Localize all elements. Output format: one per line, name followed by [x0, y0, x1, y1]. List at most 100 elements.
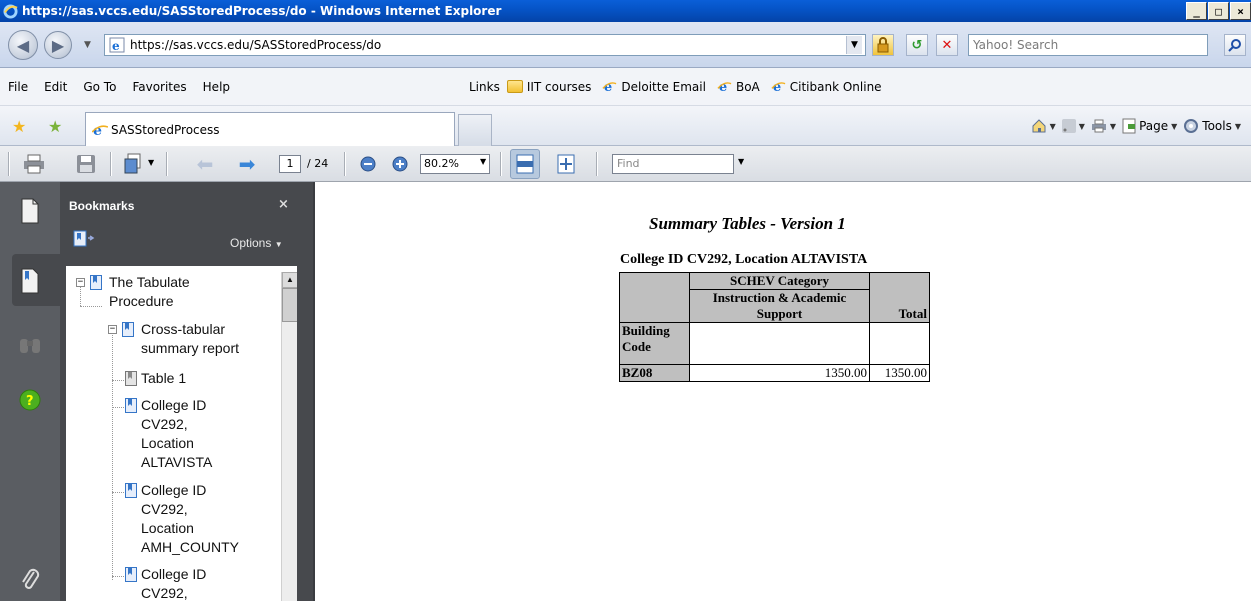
close-icon[interactable]: ×: [278, 197, 289, 212]
bookmarks-title: Bookmarks: [69, 199, 135, 213]
bookmarks-panel: Bookmarks × Options ▼ − The Tabulate Pro…: [60, 182, 313, 601]
bookmark-label: The Tabulate: [109, 274, 190, 290]
search-icon: [1228, 39, 1241, 52]
scrollbar-thumb[interactable]: [282, 288, 297, 322]
left-arrow-icon: ⬅: [196, 152, 214, 176]
history-dropdown-icon[interactable]: ▼: [84, 40, 91, 50]
zoom-out-button[interactable]: [356, 152, 380, 176]
bookmark-amh-county[interactable]: College ID CV292, Location AMH_COUNTY: [141, 481, 239, 557]
page-menu-button[interactable]: Page ▼: [1122, 118, 1177, 134]
maximize-button[interactable]: □: [1208, 2, 1229, 20]
collapse-toggle[interactable]: −: [108, 325, 117, 334]
chevron-down-icon[interactable]: ▼: [148, 158, 154, 167]
window-title-bar: https://sas.vccs.edu/SASStoredProcess/do…: [0, 0, 1251, 22]
find-dropdown-icon[interactable]: ▼: [738, 157, 744, 166]
close-button[interactable]: ×: [1230, 2, 1251, 20]
ie-icon: e: [771, 80, 786, 94]
tree-connector: [112, 380, 124, 381]
new-tab-button[interactable]: [458, 114, 492, 146]
bookmark-scrollbar[interactable]: ▲: [281, 272, 297, 601]
reader-toolbar: ▼ ⬅ ➡ 1 / 24 80.2% ▼ Find ▼: [0, 146, 1251, 182]
table-category-header: SCHEV Category: [689, 272, 870, 290]
security-lock-button[interactable]: [872, 34, 894, 56]
tools-menu-button[interactable]: Tools ▼: [1183, 118, 1241, 134]
menu-favorites[interactable]: Favorites: [124, 80, 194, 94]
feeds-button[interactable]: ▼: [1061, 119, 1085, 133]
address-dropdown-icon[interactable]: ▼: [846, 36, 862, 54]
toolbar-separator: [500, 152, 502, 176]
zoom-in-button[interactable]: [388, 152, 412, 176]
save-document-button[interactable]: [74, 152, 98, 176]
link-boa[interactable]: e BoA: [717, 79, 760, 94]
forward-button[interactable]: ▶: [44, 31, 72, 59]
add-favorite-icon[interactable]: ★: [48, 117, 62, 136]
stop-button[interactable]: ✕: [936, 34, 958, 56]
link-citibank-online[interactable]: e Citibank Online: [771, 79, 882, 94]
bookmarks-panel-button[interactable]: [13, 264, 47, 298]
refresh-button[interactable]: ↺: [906, 34, 928, 56]
svg-text:?: ?: [26, 394, 34, 409]
print-button[interactable]: ▼: [1091, 119, 1116, 133]
document-subtitle: College ID CV292, Location ALTAVISTA: [620, 252, 868, 267]
tab-label: SASStoredProcess: [111, 122, 220, 137]
table-cell-value: 1350.00: [689, 364, 870, 382]
bookmark-label: Location: [141, 435, 194, 451]
bookmark-college-cv292[interactable]: College ID CV292,: [141, 565, 206, 601]
address-input[interactable]: e https://sas.vccs.edu/SASStoredProcess/…: [104, 34, 866, 56]
link-label: Citibank Online: [789, 79, 882, 94]
ie-icon: e: [717, 80, 732, 94]
menu-edit[interactable]: Edit: [36, 80, 75, 94]
bookmark-icon: [90, 275, 102, 290]
pages-tool-button[interactable]: [123, 152, 147, 176]
bookmark-tabulate-procedure[interactable]: The Tabulate Procedure: [109, 273, 190, 311]
fit-width-icon: [516, 154, 534, 174]
bookmark-table-1[interactable]: Table 1: [141, 369, 186, 388]
tab-sasstoredprocess[interactable]: e SASStoredProcess: [85, 112, 455, 146]
previous-page-button[interactable]: ⬅: [193, 152, 217, 176]
print-document-button[interactable]: [22, 152, 46, 176]
fit-page-button[interactable]: [554, 152, 578, 176]
help-button[interactable]: ?: [13, 383, 47, 417]
page-number-input[interactable]: 1: [279, 155, 301, 173]
menu-help[interactable]: Help: [195, 80, 238, 94]
bookmark-cross-tabular[interactable]: Cross-tabular summary report: [141, 320, 239, 358]
new-bookmark-icon: [73, 230, 95, 247]
lock-icon: [877, 37, 889, 53]
bookmark-options-menu[interactable]: Options ▼: [230, 236, 283, 250]
scroll-up-icon[interactable]: ▲: [282, 272, 297, 288]
window-title: https://sas.vccs.edu/SASStoredProcess/do…: [22, 4, 502, 18]
menu-file[interactable]: File: [0, 80, 36, 94]
command-bar: ▼ ▼ ▼ Page ▼ Tools ▼: [1031, 118, 1241, 134]
search-button[interactable]: [1224, 34, 1246, 56]
link-label: IIT courses: [526, 79, 592, 94]
bookmark-label: College ID: [141, 397, 207, 413]
favorites-star-icon[interactable]: ★: [12, 117, 26, 136]
search-input[interactable]: Yahoo! Search: [968, 34, 1208, 56]
find-input[interactable]: Find: [612, 154, 734, 174]
table-cell-code: BZ08: [619, 364, 690, 382]
collapse-toggle[interactable]: −: [76, 278, 85, 287]
new-bookmark-button[interactable]: [73, 230, 95, 251]
bookmark-label: Table 1: [141, 370, 187, 386]
chevron-down-icon: ▼: [1171, 121, 1178, 131]
bookmark-gray-icon: [125, 371, 137, 386]
link-deloitte-email[interactable]: e Deloitte Email: [602, 79, 706, 94]
bookmark-icon: [125, 398, 137, 413]
minimize-button[interactable]: _: [1186, 2, 1207, 20]
document-title: Summary Tables - Version 1: [649, 214, 846, 233]
folder-icon: [506, 80, 523, 93]
search-panel-button[interactable]: [13, 328, 47, 362]
fit-width-button[interactable]: [510, 149, 540, 179]
zoom-dropdown-icon[interactable]: ▼: [480, 157, 486, 166]
menu-go-to[interactable]: Go To: [75, 80, 124, 94]
bookmark-altavista[interactable]: College ID CV292, Location ALTAVISTA: [141, 396, 212, 472]
back-button[interactable]: ◀: [8, 30, 38, 60]
pages-panel-button[interactable]: [13, 194, 47, 228]
home-button[interactable]: ▼: [1031, 118, 1056, 134]
help-icon: ?: [19, 389, 41, 411]
attachments-panel-button[interactable]: [13, 562, 47, 596]
next-page-button[interactable]: ➡: [235, 152, 259, 176]
subcategory-line: Instruction & Academic: [712, 290, 847, 305]
link-iit-courses[interactable]: IIT courses: [506, 79, 592, 94]
address-toolbar: ◀ ▶ ▼ e https://sas.vccs.edu/SASStoredPr…: [0, 22, 1251, 68]
